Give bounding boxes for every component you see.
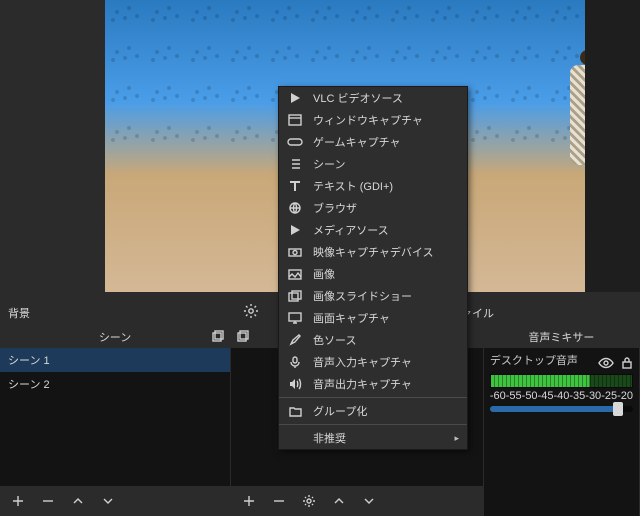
- scenes-title: シーン: [99, 329, 131, 345]
- volume-slider[interactable]: [490, 406, 633, 412]
- add-button[interactable]: [10, 493, 26, 509]
- preview-figure: [535, 50, 585, 250]
- sources-toolbar: [231, 486, 483, 516]
- menu-item-deprecated[interactable]: 非推奨: [279, 427, 467, 449]
- menu-item-text[interactable]: テキスト (GDI+): [279, 175, 467, 197]
- background-label: 背景: [8, 305, 30, 321]
- speaker-icon: [287, 377, 303, 391]
- image-icon: [287, 267, 303, 281]
- scenes-header[interactable]: シーン: [0, 326, 230, 348]
- scenes-toolbar: [0, 486, 230, 516]
- menu-separator: [279, 424, 467, 425]
- menu-item-image[interactable]: 画像: [279, 263, 467, 285]
- menu-item-media-source[interactable]: メディアソース: [279, 219, 467, 241]
- gamepad-icon: [287, 135, 303, 149]
- add-source-menu: VLC ビデオソース ウィンドウキャプチャ ゲームキャプチャ シーン テキスト …: [278, 86, 468, 450]
- move-down-button[interactable]: [361, 493, 377, 509]
- meter-scale: -60-55-50-45-40-35-30-25-20: [484, 390, 639, 402]
- camera-icon: [287, 245, 303, 259]
- menu-item-vlc[interactable]: VLC ビデオソース: [279, 87, 467, 109]
- menu-item-audio-input[interactable]: 音声入力キャプチャ: [279, 351, 467, 373]
- text-icon: [287, 179, 303, 193]
- menu-item-display-capture[interactable]: 画面キャプチャ: [279, 307, 467, 329]
- menu-item-group[interactable]: グループ化: [279, 400, 467, 422]
- volume-meter: [490, 374, 633, 388]
- folder-icon: [287, 404, 303, 418]
- menu-item-browser[interactable]: ブラウザ: [279, 197, 467, 219]
- remove-button[interactable]: [271, 493, 287, 509]
- menu-item-audio-output[interactable]: 音声出力キャプチャ: [279, 373, 467, 395]
- source-row-icons: [598, 356, 634, 370]
- eye-icon[interactable]: [598, 356, 614, 370]
- move-down-button[interactable]: [100, 493, 116, 509]
- menu-item-game-capture[interactable]: ゲームキャプチャ: [279, 131, 467, 153]
- brush-icon: [287, 333, 303, 347]
- menu-item-window-capture[interactable]: ウィンドウキャプチャ: [279, 109, 467, 131]
- scene-item[interactable]: シーン 2: [0, 372, 230, 396]
- menu-item-color-source[interactable]: 色ソース: [279, 329, 467, 351]
- menu-separator: [279, 397, 467, 398]
- globe-icon: [287, 201, 303, 215]
- popout-icon[interactable]: [237, 330, 249, 342]
- settings-button[interactable]: [301, 493, 317, 509]
- menu-item-scene[interactable]: シーン: [279, 153, 467, 175]
- mixer-dock: 音声ミキサー デスクトップ音声 -60-55-50-45-40-35-30-25…: [484, 326, 640, 516]
- popout-icon[interactable]: [212, 330, 224, 342]
- menu-item-slideshow[interactable]: 画像スライドショー: [279, 285, 467, 307]
- menu-item-video-capture[interactable]: 映像キャプチャデバイス: [279, 241, 467, 263]
- slides-icon: [287, 289, 303, 303]
- scenes-list[interactable]: シーン 1 シーン 2: [0, 348, 230, 486]
- move-up-button[interactable]: [331, 493, 347, 509]
- monitor-icon: [287, 311, 303, 325]
- lock-icon[interactable]: [620, 356, 634, 370]
- left-gutter: [0, 0, 105, 292]
- play-icon: [287, 91, 303, 105]
- list-icon: [287, 157, 303, 171]
- remove-button[interactable]: [40, 493, 56, 509]
- add-button[interactable]: [241, 493, 257, 509]
- play-icon: [287, 223, 303, 237]
- mic-icon: [287, 355, 303, 369]
- mixer-header[interactable]: 音声ミキサー: [484, 326, 639, 348]
- move-up-button[interactable]: [70, 493, 86, 509]
- scenes-dock: シーン シーン 1 シーン 2: [0, 326, 231, 516]
- window-icon: [287, 113, 303, 127]
- mixer-title: 音声ミキサー: [528, 329, 594, 345]
- scene-item[interactable]: シーン 1: [0, 348, 230, 372]
- mixer-body: デスクトップ音声 -60-55-50-45-40-35-30-25-20: [484, 348, 639, 516]
- settings-icon[interactable]: [243, 303, 259, 319]
